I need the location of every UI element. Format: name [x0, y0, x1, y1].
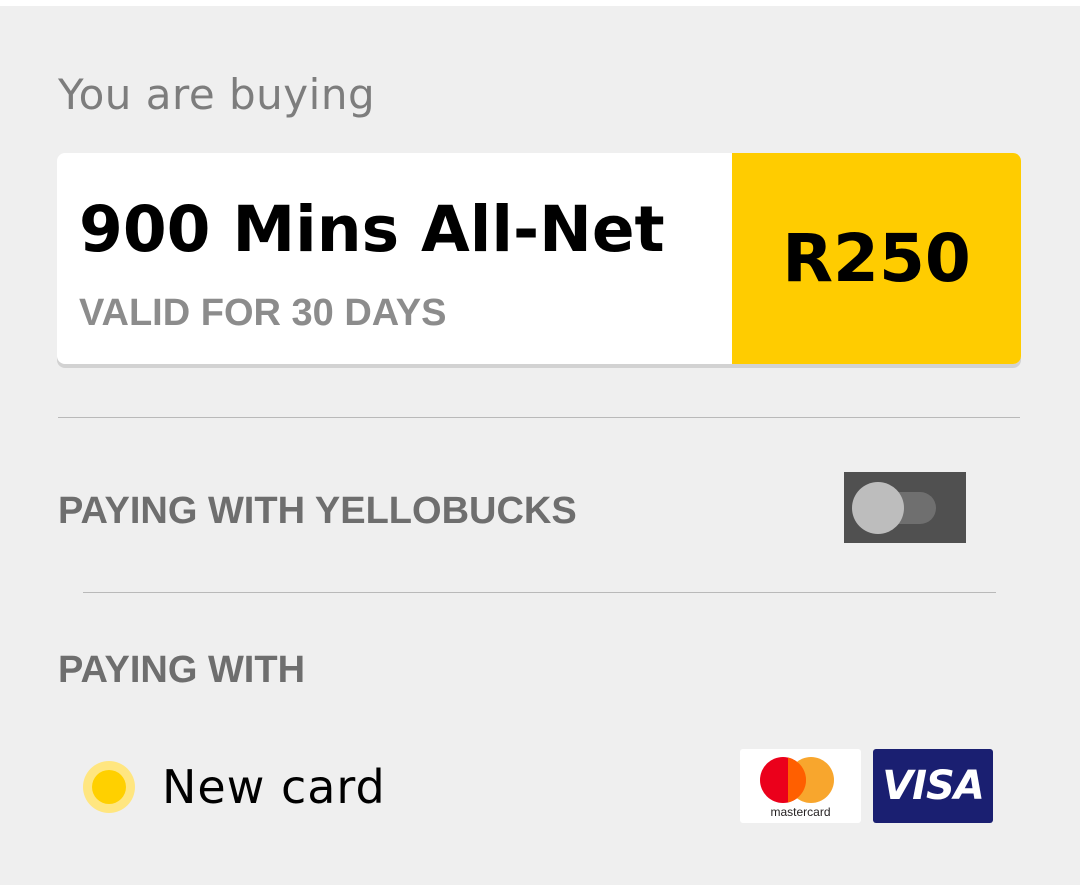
toggle-knob: [852, 482, 904, 534]
product-validity: VALID FOR 30 DAYS: [79, 292, 447, 334]
visa-wordmark: VISA: [882, 763, 985, 809]
mastercard-wordmark: mastercard: [770, 805, 831, 819]
mastercard-logo: mastercard: [740, 749, 861, 823]
price: R250: [782, 220, 971, 297]
divider: [83, 592, 996, 593]
product-name: 900 Mins All-Net: [79, 193, 665, 266]
product-card: 900 Mins All-Net VALID FOR 30 DAYS R250: [57, 153, 1021, 364]
visa-logo: VISA: [873, 749, 993, 823]
paying-with-label: PAYING WITH: [58, 649, 306, 691]
price-box: R250: [732, 153, 1021, 364]
top-strip: [0, 0, 1080, 6]
mastercard-overlap: [788, 757, 806, 803]
yellobucks-label: PAYING WITH YELLOBUCKS: [58, 490, 577, 532]
new-card-label: New card: [162, 760, 386, 814]
radio-selected-icon[interactable]: [83, 761, 135, 813]
new-card-option[interactable]: New card: [80, 755, 386, 819]
intro-heading: You are buying: [58, 70, 376, 119]
yellobucks-toggle[interactable]: [844, 472, 966, 543]
divider: [58, 417, 1020, 418]
